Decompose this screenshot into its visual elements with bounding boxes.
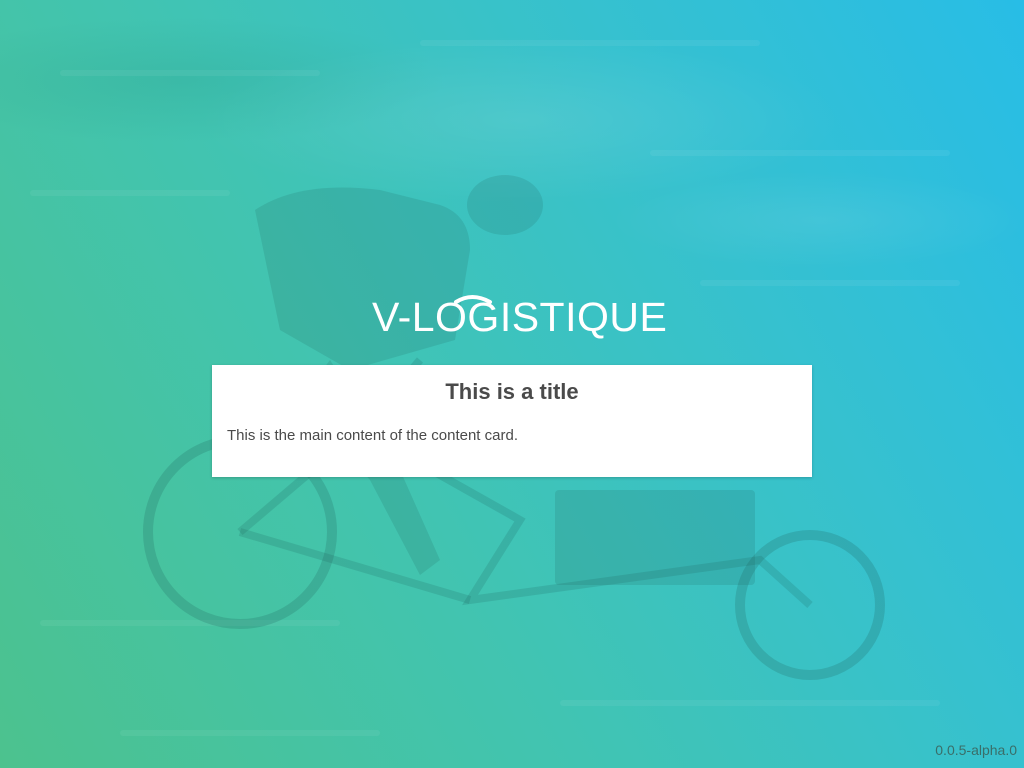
card-title: This is a title: [445, 379, 579, 404]
logo-text: V-LOGISTIQUE: [372, 294, 668, 340]
content-card: This is a title This is the main content…: [212, 365, 812, 477]
version-label: 0.0.5-alpha.0: [935, 742, 1017, 758]
card-content: This is the main content of the content …: [227, 427, 518, 444]
brand-logo: V-LOGISTIQUE: [372, 292, 667, 340]
